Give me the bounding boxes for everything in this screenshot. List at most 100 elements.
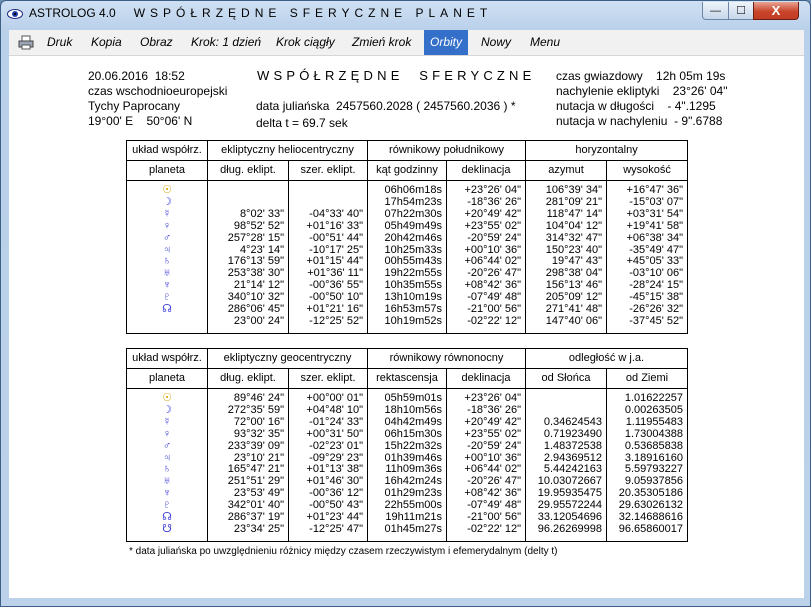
ecliptic-inclination: nachylenie ekliptyki 23°26' 04" [556, 84, 728, 98]
close-button[interactable]: X [753, 2, 799, 20]
table-cell-value: 104°04' 12" [545, 219, 603, 232]
table-cell-value: 96.26269998 [537, 522, 602, 535]
window-title-text: WSPÓŁRZĘDNE SFERYCZNE PLANET [133, 6, 493, 20]
t2-head-ecliptic: ekliptyczny geocentryczny [207, 348, 368, 369]
table-cell-value: 20h42m46s [384, 231, 443, 244]
t2-head-system: układ współrz. [126, 348, 208, 369]
maximize-button[interactable]: ☐ [728, 2, 754, 20]
t1-head-horizontal: horyzontalny [525, 140, 689, 161]
t2-planet-column: ☉ ☽ ☿ ♀ ♂ ♃ ♄ ♅ ♆ ♇ ☊ ☋ [126, 388, 208, 542]
table-cell-value: 1.48372538 [543, 439, 602, 452]
menu-item-menu[interactable]: Menu [530, 30, 560, 55]
t2-longitude-column: 89°46' 24" 272°35' 59" 72°00' 16" 93°32' 35… [207, 388, 289, 542]
planet-symbol-icon: ☿ [162, 207, 172, 220]
table-cell-value: 23°00' 24" [233, 314, 284, 327]
t1-sub-declination: deklinacja [446, 160, 527, 181]
table-cell-value: -37°45' 52" [629, 314, 684, 327]
menu-item-nowy[interactable]: Nowy [481, 30, 511, 55]
table-cell-value: 06h15m30s [384, 427, 443, 440]
t2-from-sun-column: 000.346245430.719234901.483725382.943695… [525, 388, 607, 542]
t2-sub-latitude: szer. eklipt. [288, 368, 368, 389]
t1-sub-longitude: dług. eklipt. [207, 160, 289, 181]
table-cell-value: -01°24' 33" [309, 415, 363, 428]
t1-sub-azimuth: azymut [525, 160, 608, 181]
table-cell-value: +01°16' 33" [306, 219, 364, 232]
table-cell-value: -12°25' 47" [309, 522, 363, 535]
heliocentric-table: układ współrz. ekliptyczny heliocentrycz… [126, 140, 689, 334]
julian-date: data juliańska 2457560.2028 ( 2457560.20… [256, 99, 516, 113]
table-cell-value: 8°02' 33" [239, 207, 284, 220]
planet-symbol-icon: ♀ [162, 219, 172, 232]
t2-sub-longitude: dług. eklipt. [207, 368, 289, 389]
app-window: ASTROLOG 4.0 WSPÓŁRZĘDNE SFERYCZNE PLANET… [0, 0, 811, 607]
t2-sub-from-earth: od Ziemi [606, 368, 688, 389]
sidereal-time: czas gwiazdowy 12h 05m 19s [556, 69, 726, 83]
planet-symbol-icon: ♂ [162, 439, 172, 452]
table-cell-value: 04h42m49s [384, 415, 443, 428]
t2-right-ascension-column: 05h59m01s 18h10m56s 04h42m49s 06h15m30s 15h2… [367, 388, 447, 542]
table-cell-value: -12°25' 52" [309, 314, 364, 327]
t2-latitude-column: +00°00' 01" +04°48' 10" -01°24' 33" +00°31'… [288, 388, 368, 542]
t2-head-equatorial: równikowy równonocny [367, 348, 526, 369]
t1-sub-hour-angle: kąt godzinny [367, 160, 448, 181]
t1-sub-latitude: szer. eklipt. [287, 160, 369, 181]
table-cell-value: +23°55' 02" [464, 219, 522, 232]
t2-from-earth-column: 1.01622257 0.00263505 1.11955483 1.73004388… [606, 388, 688, 542]
t1-hour-angle-column: 06h06m18s 17h54m23s 07h22m30s 05h49m49s 20h4… [367, 180, 448, 334]
table-cell-value: +20°49' 42" [464, 207, 522, 220]
menu-item-krok-ciagly[interactable]: Krok ciągły [276, 30, 335, 55]
table-cell-value: 72°00' 16" [233, 415, 284, 428]
title-bar[interactable]: ASTROLOG 4.0 WSPÓŁRZĘDNE SFERYCZNE PLANET… [1, 1, 810, 27]
delta-t: delta t = 69.7 sek [256, 116, 348, 130]
t1-head-system: układ współrz. [126, 140, 208, 161]
table-cell-value: -04°33' 40" [309, 207, 364, 220]
t1-latitude-column: 00-04°33' 40"+01°16' 33"-00°51' 44"-10°1… [287, 180, 369, 334]
menu-item-obraz[interactable]: Obraz [140, 30, 173, 55]
t1-azimuth-column: 106°39' 34" 281°09' 21" 118°47' 14" 104°04'… [525, 180, 608, 334]
table-cell-value: +06°38' 34" [626, 231, 684, 244]
table-cell-value: -02°22' 12" [467, 522, 521, 535]
page-title: WSPÓŁRZĘDNE SFERYCZNE [257, 68, 536, 83]
close-icon: X [771, 3, 781, 18]
printer-icon[interactable] [18, 35, 34, 50]
table-cell-value: -20°59' 24" [467, 439, 521, 452]
minimize-icon: — [710, 4, 721, 17]
planet-symbol-icon: ♀ [162, 427, 172, 440]
table-cell-value: 1.73004388 [624, 427, 683, 440]
table-cell-value: 0.71923490 [543, 427, 602, 440]
table-cell-value: 0.34624543 [543, 415, 602, 428]
t2-head-distance: odległość w j.a. [525, 348, 688, 369]
maximize-icon: ☐ [736, 5, 746, 17]
menu-bar: Druk Kopia Obraz Krok: 1 dzień Krok ciąg… [9, 30, 804, 56]
table-cell-value: -02°23' 01" [309, 439, 363, 452]
t1-altitude-column: +16°47' 36" -15°03' 07" +03°31' 54" +19°41'… [606, 180, 689, 334]
table-cell-value: 10h19m52s [384, 314, 443, 327]
t2-sub-planet: planeta [126, 368, 208, 389]
table-cell-value: +19°41' 58" [626, 219, 684, 232]
t1-head-equatorial: równikowy południkowy [367, 140, 527, 161]
table-cell-value: 147°40' 06" [545, 314, 603, 327]
table-cell-value: 23°34' 25" [233, 522, 284, 535]
table-cell-value: +20°49' 42" [464, 415, 521, 428]
menu-item-kopia[interactable]: Kopia [91, 30, 122, 55]
planet-symbol-icon: ☋ [162, 522, 172, 535]
table-cell-value: 98°52' 52" [233, 219, 284, 232]
t1-longitude-column: 008°02' 33"98°52' 52"257°28' 15"4°23' 14… [207, 180, 289, 334]
minimize-button[interactable]: — [702, 2, 729, 20]
t2-declination-column: +23°26' 04" -18°36' 26" +20°49' 42" +23°55'… [446, 388, 526, 542]
menu-item-krok-1-dzien[interactable]: Krok: 1 dzień [191, 30, 261, 55]
t2-sub-from-sun: od Słońca [525, 368, 607, 389]
table-cell-value: 96.65860017 [618, 522, 683, 535]
app-name: ASTROLOG 4.0 [29, 6, 116, 20]
menu-item-zmien-krok[interactable]: Zmień krok [352, 30, 411, 55]
table-cell-value: +03°31' 54" [626, 207, 684, 220]
menu-item-druk[interactable]: Druk [47, 30, 72, 55]
content-area: 20.06.2016 18:52 czas wschodnioeuropejsk… [9, 56, 804, 598]
t1-sub-planet: planeta [126, 160, 208, 181]
footnote: * data juliańska po uwzględnieniu różnic… [129, 546, 558, 557]
menu-item-orbity[interactable]: Orbity [424, 30, 469, 55]
table-cell-value: 01h45m27s [384, 522, 443, 535]
table-cell-value: -20°59' 24" [467, 231, 522, 244]
nutation-inclination: nutacja w nachyleniu - 9".6788 [556, 114, 723, 128]
table-cell-value: -02°22' 12" [467, 314, 522, 327]
